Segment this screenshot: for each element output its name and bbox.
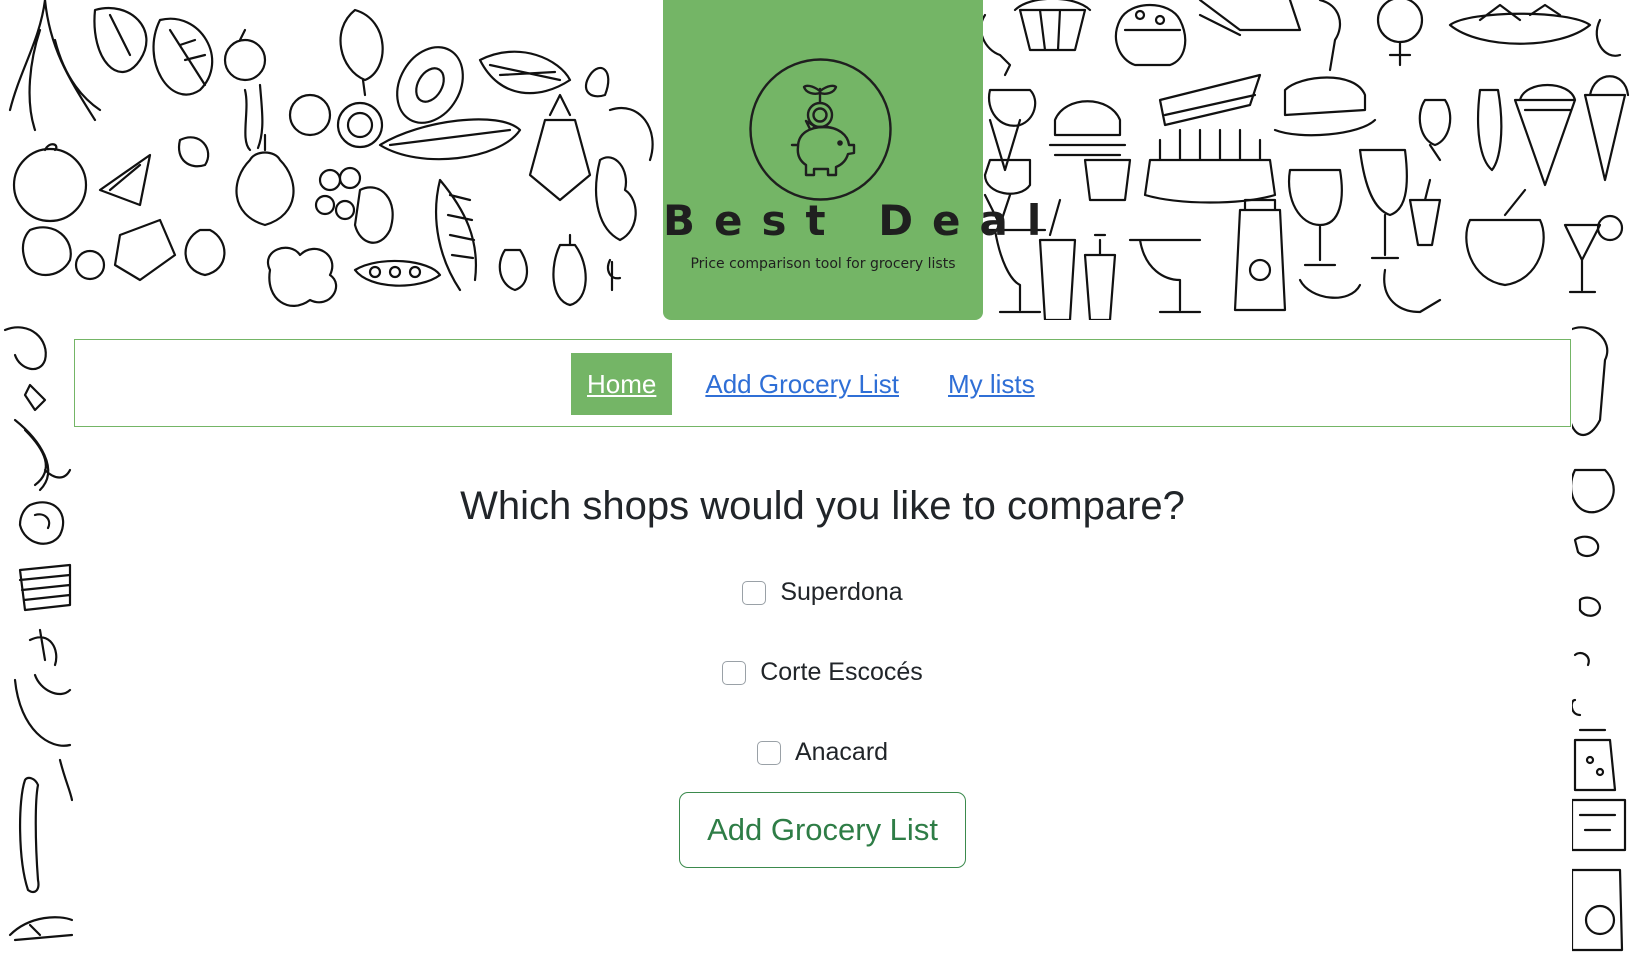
shop-checkbox-corte-escoces[interactable] — [722, 660, 747, 685]
shop-option: Corte Escocés — [73, 658, 1572, 687]
nav-link-add-grocery-list[interactable]: Add Grocery List — [689, 353, 915, 415]
shop-label: Anacard — [794, 738, 889, 766]
nav-list: Home Add Grocery List My lists — [571, 353, 1068, 415]
shop-label: Superdona — [780, 578, 903, 606]
piggy-bank-sprout-icon — [748, 57, 893, 202]
shop-checkbox-anacard[interactable] — [756, 740, 781, 765]
compare-question-heading: Which shops would you like to compare? — [460, 484, 1185, 528]
nav-link-home[interactable]: Home — [571, 353, 673, 415]
main-navbar: Home Add Grocery List My lists — [74, 339, 1571, 427]
shop-option: Superdona — [73, 578, 1572, 607]
shop-checkbox-superdona[interactable] — [742, 580, 767, 605]
shop-label: Corte Escocés — [760, 658, 923, 686]
shop-option: Anacard — [73, 738, 1572, 767]
page: Best Deal Price comparison tool for groc… — [0, 0, 1630, 956]
nav-link-my-lists[interactable]: My lists — [932, 353, 1051, 415]
add-grocery-list-button[interactable]: Add Grocery List — [679, 792, 966, 868]
brand-subtitle: Price comparison tool for grocery lists — [690, 256, 956, 272]
brand-title: Best Deal — [663, 196, 1061, 245]
brand-logo-box: Best Deal Price comparison tool for groc… — [663, 0, 1061, 320]
